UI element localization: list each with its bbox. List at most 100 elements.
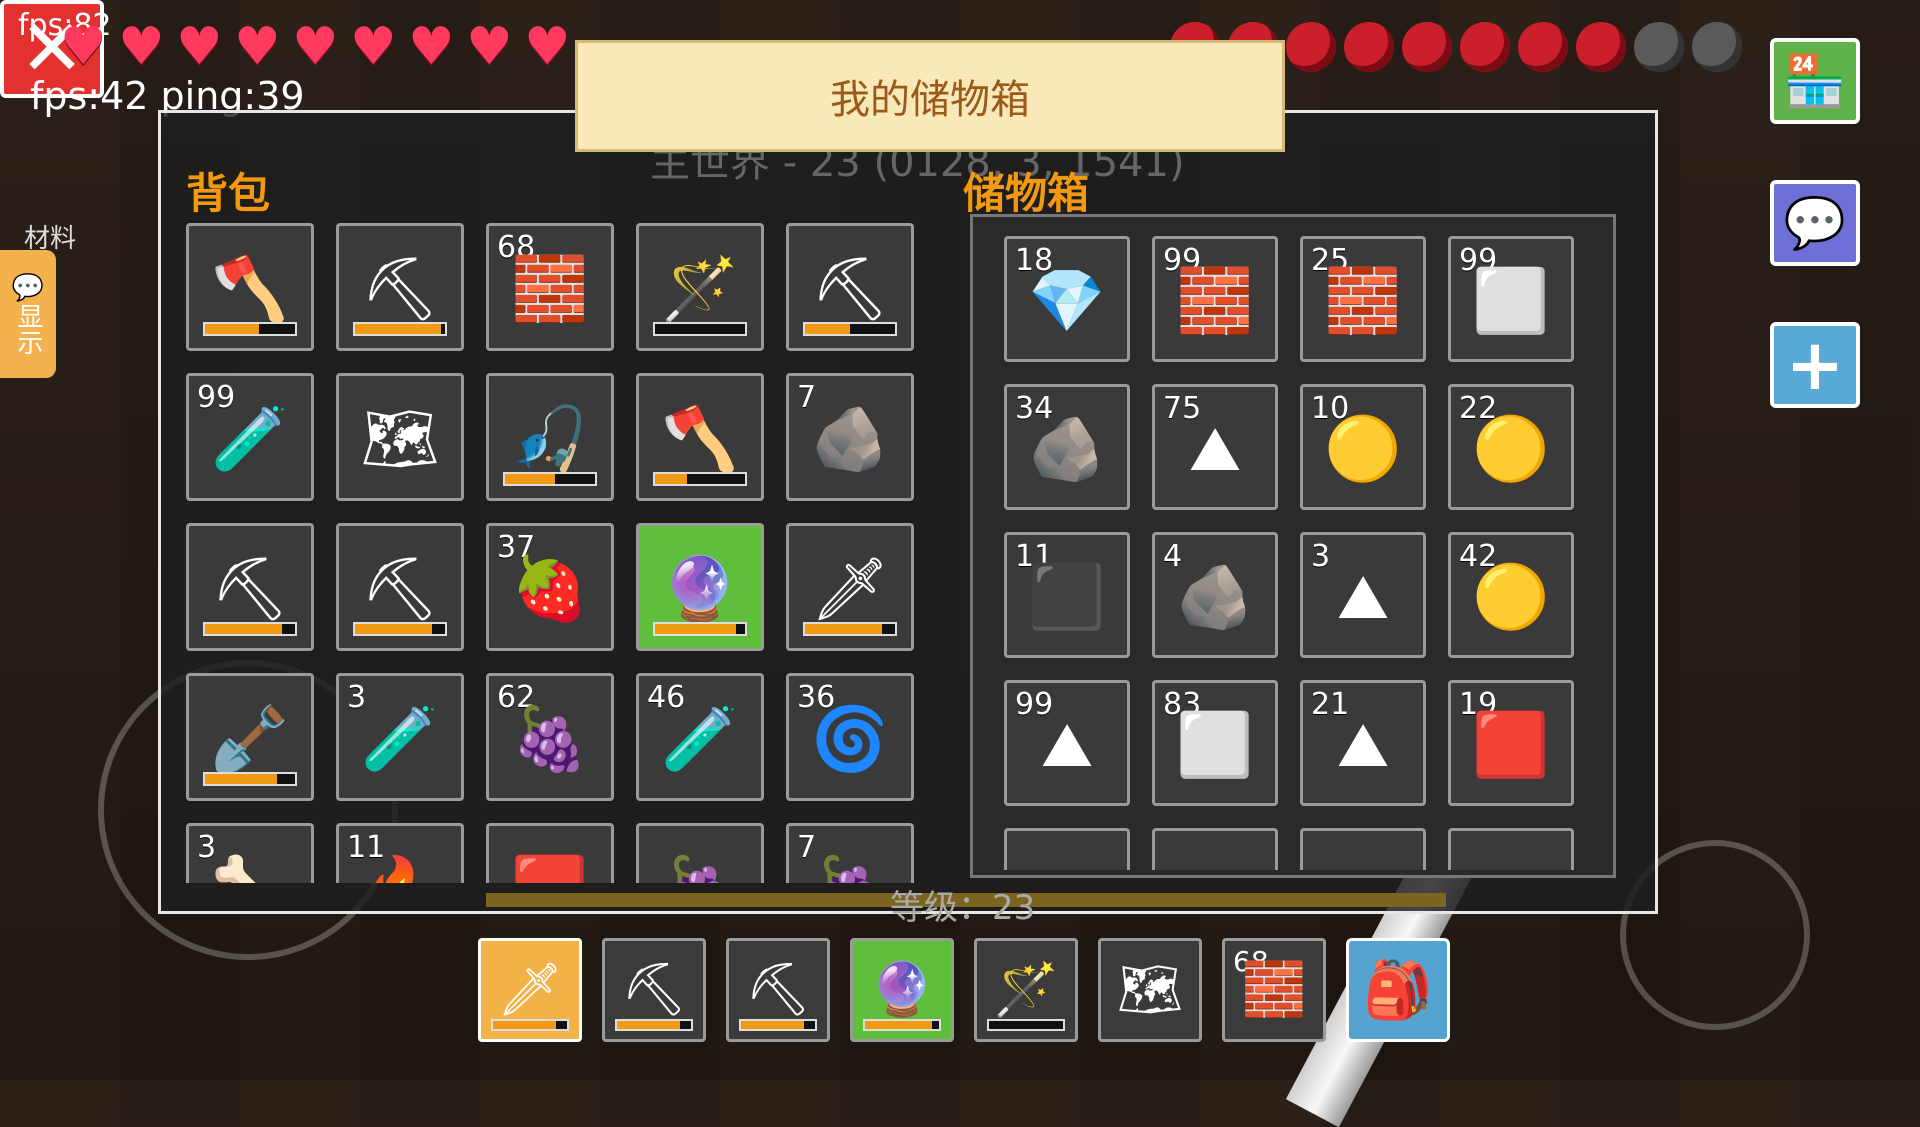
backpack-slot[interactable]: 🗺 (336, 373, 464, 501)
hotbar-slot[interactable]: 🗡 (478, 938, 582, 1042)
gray-powder-icon: ⛰ (1336, 560, 1390, 634)
chest-slot[interactable]: 11 ⬛ (1004, 532, 1130, 658)
durability-bar (491, 1019, 569, 1031)
magic-wand-icon: 🪄 (993, 960, 1059, 1020)
chest-slot[interactable]: 99 ⛰ (1004, 680, 1130, 806)
chest-slot[interactable] (1448, 828, 1574, 870)
backpack-slot[interactable]: 🪄 (636, 223, 764, 351)
durability-bar (739, 1019, 817, 1031)
hotbar-slot[interactable]: 68 🧱 (1222, 938, 1326, 1042)
chest-slot[interactable] (1004, 828, 1130, 870)
chest-slot[interactable]: 34 🪨 (1004, 384, 1130, 510)
chest-slot[interactable]: 99 🧱 (1152, 236, 1278, 362)
meat-icon (1518, 22, 1568, 72)
backpack-slot[interactable]: 36 🌀 (786, 673, 914, 801)
gold-powder-icon: 🟡 (1324, 412, 1402, 486)
chest-slot[interactable]: 18 💎 (1004, 236, 1130, 362)
heart-icon: ♥ (466, 17, 513, 77)
backpack-slot[interactable]: 🪓 (636, 373, 764, 501)
hotbar-slot[interactable]: 🗺 (1098, 938, 1202, 1042)
durability-bar (203, 322, 297, 336)
backpack-slot[interactable]: ⛏ (336, 223, 464, 351)
coal-icon: 🪨 (1028, 412, 1106, 486)
meat-icon (1460, 22, 1510, 72)
backpack-slot[interactable]: 99 🧪 (186, 373, 314, 501)
chest-slot[interactable]: 21 ⛰ (1300, 680, 1426, 806)
chest-slot[interactable]: 19 🟥 (1448, 680, 1574, 806)
backpack-slot[interactable]: ⛏ (336, 523, 464, 651)
stone-block-icon: ⬜ (1472, 264, 1550, 338)
chest-slot[interactable]: 25 🧱 (1300, 236, 1426, 362)
durability-bar (987, 1019, 1065, 1031)
backpack-slot[interactable]: 🗡 (786, 523, 914, 651)
backpack-slot[interactable]: 7 🪨 (786, 373, 914, 501)
health-bar: ♥ ♥ ♥ ♥ ♥ ♥ ♥ ♥ ♥ (60, 17, 574, 77)
durability-bar (615, 1019, 693, 1031)
berries-icon: 🍇 (811, 858, 888, 883)
backpack-slot[interactable]: 🍇 (636, 823, 764, 883)
panel-title-text: 我的储物箱 (830, 77, 1030, 123)
black-powder-icon: ⛰ (1188, 412, 1242, 486)
yellow-powder-icon: 🟡 (1472, 560, 1550, 634)
durability-bar (203, 622, 297, 636)
backpack-slot[interactable]: 🪓 (186, 223, 314, 351)
grapes-icon: 🍇 (511, 702, 589, 776)
chest-slot[interactable]: 42 🟡 (1448, 532, 1574, 658)
meat-empty-icon (1634, 22, 1684, 72)
flint-icon: 💎 (1028, 264, 1106, 338)
backpack-slot[interactable]: 🔮 (636, 523, 764, 651)
chest-slot[interactable]: 83 ⬜ (1152, 680, 1278, 806)
backpack-slot[interactable]: 3🦴 (186, 823, 314, 883)
heart-icon: ♥ (350, 17, 397, 77)
add-button[interactable]: + (1770, 322, 1860, 408)
durability-bar (353, 322, 447, 336)
grapes-icon: 🍇 (661, 858, 738, 883)
meat-icon (1576, 22, 1626, 72)
chat-icon: 💬 (1783, 193, 1847, 252)
hotbar-slot[interactable]: 🪄 (974, 938, 1078, 1042)
backpack-slot[interactable]: 11🔥 (336, 823, 464, 883)
backpack-slot[interactable]: 37 🍓 (486, 523, 614, 651)
backpack-grid: 🪓 ⛏ 68🧱 🪄 ⛏ 99🧪 🗺 🎣 🪓 7🪨 ⛏ ⛏ 37🍓 🔮 🗡 🪏 3🧪62🍇46🧪36🌀 3🦴 11🔥 🟥… (186, 223, 926, 883)
backpack-slot[interactable]: ⛏ (186, 523, 314, 651)
bone-icon: 🦴 (211, 858, 288, 883)
backpack-slot[interactable]: 46 🧪 (636, 673, 764, 801)
chest-slot[interactable]: 10 🟡 (1300, 384, 1426, 510)
backpack-slot[interactable]: 3 🧪 (336, 673, 464, 801)
hotbar-slot[interactable]: ⛏ (726, 938, 830, 1042)
iron-sword-icon: 🗡 (496, 960, 564, 1020)
backpack-slot[interactable]: 🟥 (486, 823, 614, 883)
blue-potion-icon: 🧪 (361, 702, 439, 776)
backpack-slot[interactable]: 68 🧱 (486, 223, 614, 351)
magic-wand-icon: 🪄 (661, 252, 739, 326)
chest-slot[interactable]: 3 ⛰ (1300, 532, 1426, 658)
backpack-slot[interactable]: 🎣 (486, 373, 614, 501)
empty-bottle-icon: 🧪 (661, 702, 739, 776)
chest-heading: 储物箱 (963, 169, 1090, 218)
fire-icon: 🔥 (361, 858, 438, 883)
backpack-slot[interactable]: 7🍇 (786, 823, 914, 883)
durability-bar (353, 622, 447, 636)
backpack-slot[interactable]: 62 🍇 (486, 673, 614, 801)
backpack-button[interactable]: 🎒 (1346, 938, 1450, 1042)
hotbar-slot[interactable]: 🔮 (850, 938, 954, 1042)
durability-bar (653, 322, 747, 336)
chat-display-tab[interactable]: 💬 显示 (0, 250, 56, 378)
durability-bar (803, 322, 897, 336)
durability-bar (203, 772, 297, 786)
backpack-slot[interactable]: 🪏 (186, 673, 314, 801)
chest-slot[interactable]: 75 ⛰ (1152, 384, 1278, 510)
chest-slot[interactable] (1152, 828, 1278, 870)
chest-slot[interactable]: 4 🪨 (1152, 532, 1278, 658)
chest-slot[interactable] (1300, 828, 1426, 870)
meat-icon (1402, 22, 1452, 72)
stone-axe-icon: 🪓 (661, 402, 739, 476)
hotbar-slot[interactable]: ⛏ (602, 938, 706, 1042)
backpack-slot[interactable]: ⛏ (786, 223, 914, 351)
shop-button[interactable]: 🏪 (1770, 38, 1860, 124)
heart-icon: ♥ (408, 17, 455, 77)
chat-button[interactable]: 💬 (1770, 180, 1860, 266)
chest-slot[interactable]: 99 ⬜ (1448, 236, 1574, 362)
chest-slot[interactable]: 22 🟡 (1448, 384, 1574, 510)
string-icon: 🌀 (811, 702, 889, 776)
